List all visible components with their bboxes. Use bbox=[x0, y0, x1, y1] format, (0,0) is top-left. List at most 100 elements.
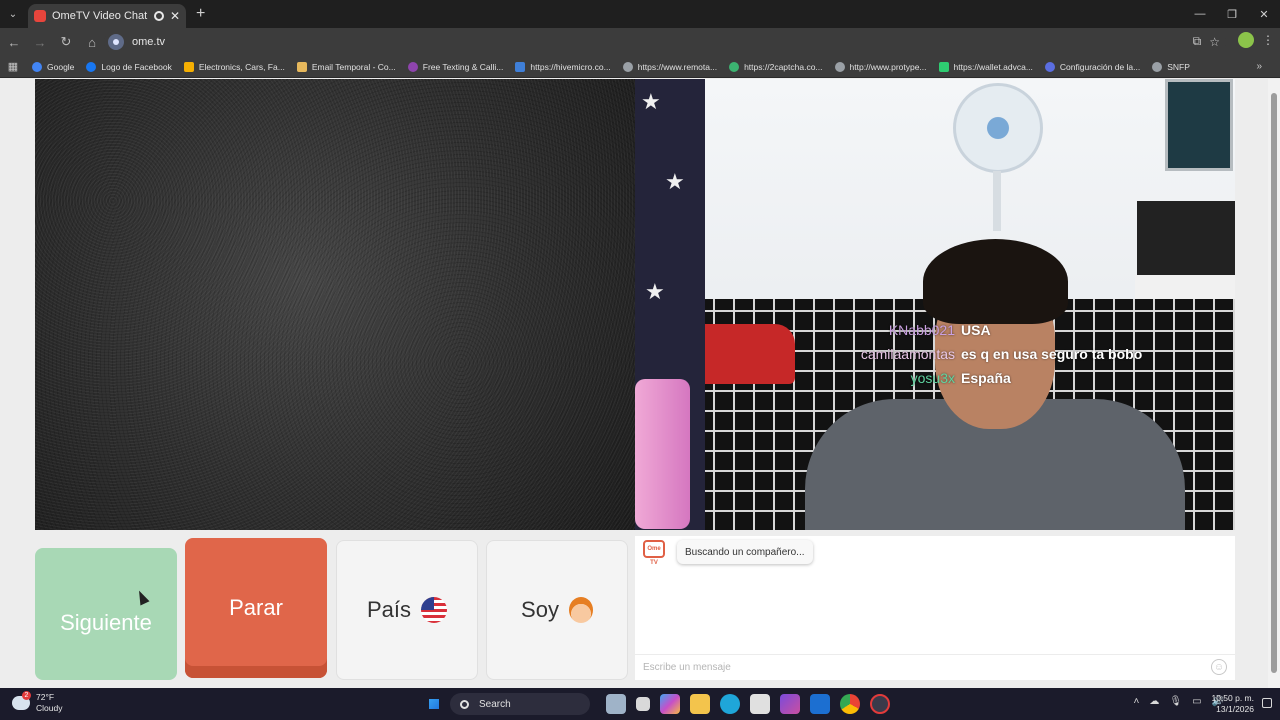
close-window-icon[interactable]: ✕ bbox=[1248, 0, 1280, 28]
hivemicro-icon bbox=[515, 61, 526, 72]
bookmark-item[interactable]: https://hivemicro.co... bbox=[509, 56, 616, 78]
microphone-icon[interactable]: 🎙 bbox=[1169, 696, 1182, 707]
partner-video: ★ ★ ★ ★ bbox=[635, 79, 1235, 530]
bookmark-item[interactable]: https://wallet.advca... bbox=[933, 56, 1039, 78]
emoji-icon[interactable]: ☺ bbox=[1211, 659, 1227, 675]
new-tab-icon[interactable]: + bbox=[196, 5, 205, 23]
tab-title: OmeTV Video Chat — Ome bbox=[52, 10, 148, 22]
bookmark-item[interactable]: Google bbox=[26, 56, 80, 78]
tray-overflow-icon[interactable]: ˄ bbox=[1134, 696, 1140, 707]
back-icon[interactable]: ← bbox=[2, 30, 26, 54]
more-bookmarks-icon[interactable]: » bbox=[1256, 61, 1262, 72]
status-message-bubble: Buscando un compañero... bbox=[677, 540, 813, 564]
next-button[interactable]: Siguiente bbox=[35, 548, 177, 680]
bookmark-item[interactable]: Logo de Facebook bbox=[80, 56, 177, 78]
profile-avatar[interactable] bbox=[1238, 32, 1254, 48]
file-explorer-app-icon[interactable] bbox=[606, 694, 626, 714]
settings-icon bbox=[1044, 61, 1055, 72]
browser-tab-ometv[interactable]: OmeTV Video Chat — Ome ✕ bbox=[28, 4, 186, 28]
windows-taskbar: 72°F Cloudy Search ˄ ☁ 🎙 ▭ 🔊 10:50 p. m.… bbox=[0, 688, 1280, 720]
instagram-app-icon[interactable] bbox=[780, 694, 800, 714]
ebay-icon bbox=[183, 61, 194, 72]
bookmark-item[interactable]: SNFP bbox=[1146, 56, 1196, 78]
forward-icon[interactable]: → bbox=[28, 30, 52, 54]
apps-grid-icon[interactable]: ▦ bbox=[0, 60, 26, 73]
task-view-icon[interactable] bbox=[636, 697, 650, 711]
home-icon[interactable]: ⌂ bbox=[80, 30, 104, 54]
recording-icon bbox=[153, 11, 164, 21]
bookmark-label: http://www.protype... bbox=[849, 61, 927, 72]
chat-panel: Ome TV Buscando un compañero... ☺ bbox=[635, 536, 1235, 680]
weather-widget[interactable]: 72°F Cloudy bbox=[12, 691, 63, 714]
overlay-chat-line: yosu3x España bbox=[635, 370, 1235, 394]
bookmark-item[interactable]: Electronics, Cars, Fa... bbox=[178, 56, 291, 78]
tab-search-icon[interactable]: ⌄ bbox=[0, 0, 26, 28]
stop-button[interactable]: Parar bbox=[185, 538, 327, 678]
gender-select-button[interactable]: Soy bbox=[486, 540, 628, 680]
wallet-icon bbox=[938, 61, 949, 72]
country-filter-button[interactable]: País bbox=[336, 540, 478, 680]
browser-menu-icon[interactable]: ⋮ bbox=[1262, 33, 1274, 47]
bookmark-item[interactable]: Free Texting & Calli... bbox=[402, 56, 510, 78]
reload-icon[interactable]: ↻ bbox=[54, 30, 78, 54]
bookmark-label: https://hivemicro.co... bbox=[530, 61, 611, 72]
restore-icon[interactable]: ❐ bbox=[1216, 0, 1248, 28]
onedrive-icon[interactable]: ☁ bbox=[1149, 696, 1159, 707]
site-info-icon[interactable] bbox=[108, 34, 124, 50]
bookmark-label: https://wallet.advca... bbox=[953, 61, 1033, 72]
chat-username: KNabb021 bbox=[888, 322, 955, 338]
network-icon[interactable]: ▭ bbox=[1192, 696, 1201, 707]
bookmark-label: SNFP bbox=[1167, 61, 1190, 72]
notifications-icon[interactable] bbox=[1262, 698, 1272, 708]
chat-username: yosu3x bbox=[910, 370, 955, 386]
bookmark-label: https://www.remota... bbox=[637, 61, 718, 72]
page-scrollbar[interactable] bbox=[1268, 79, 1280, 688]
weather-text: Cloudy bbox=[36, 703, 63, 713]
taskbar-search[interactable]: Search bbox=[450, 693, 590, 715]
bookmark-item[interactable]: http://www.protype... bbox=[829, 56, 933, 78]
usa-flag-icon bbox=[421, 597, 448, 623]
chrome-app-icon[interactable] bbox=[840, 694, 860, 714]
edge-app-icon[interactable] bbox=[720, 694, 740, 714]
facebook-icon bbox=[86, 61, 97, 72]
recording-app-icon[interactable] bbox=[870, 694, 890, 714]
video-chat-overlay: KNabb021 USA camilaamontas es q en usa s… bbox=[635, 322, 1235, 394]
star-icon: ★ bbox=[641, 89, 661, 114]
bookmark-item[interactable]: Email Temporal - Co... bbox=[291, 56, 402, 78]
copilot-app-icon[interactable] bbox=[660, 694, 680, 714]
video-scene-bottle bbox=[635, 379, 690, 529]
bookmark-label: Logo de Facebook bbox=[101, 61, 172, 72]
address-bar[interactable]: ome.tv ⧉ ☆ bbox=[104, 30, 1226, 54]
bookmark-label: https://2captcha.co... bbox=[744, 61, 823, 72]
outlook-app-icon[interactable] bbox=[810, 694, 830, 714]
windows-start-icon[interactable] bbox=[426, 696, 442, 712]
scrollbar-thumb[interactable] bbox=[1271, 93, 1277, 673]
store-app-icon[interactable] bbox=[750, 694, 770, 714]
taskbar-clock[interactable]: 10:50 p. m. 13/1/2026 bbox=[1211, 693, 1254, 715]
bookmark-item[interactable]: https://2captcha.co... bbox=[723, 56, 828, 78]
chat-message: es q en usa seguro ta bobo bbox=[961, 346, 1143, 362]
bookmark-label: Configuración de la... bbox=[1059, 61, 1141, 72]
bookmarks-bar: ▦ Google Logo de Facebook Electronics, C… bbox=[0, 56, 1280, 78]
bookmark-label: Free Texting & Calli... bbox=[422, 61, 504, 72]
bookmark-star-icon[interactable]: ☆ bbox=[1209, 35, 1220, 49]
textfree-icon bbox=[407, 61, 418, 72]
install-app-icon[interactable]: ⧉ bbox=[1193, 34, 1202, 49]
search-label: Search bbox=[479, 698, 511, 710]
chat-username: camilaamontas bbox=[860, 346, 955, 362]
gender-button-label: Soy bbox=[521, 597, 559, 622]
close-tab-icon[interactable]: ✕ bbox=[170, 9, 180, 23]
google-icon bbox=[32, 61, 42, 72]
bookmark-item[interactable]: Configuración de la... bbox=[1039, 56, 1146, 78]
globe-icon bbox=[1152, 61, 1163, 72]
browser-toolbar: ← → ↻ ⌂ ome.tv ⧉ ☆ ⋮ bbox=[0, 28, 1280, 56]
clock-time: 10:50 p. m. bbox=[1211, 693, 1254, 703]
email-icon bbox=[296, 61, 307, 72]
message-input[interactable] bbox=[635, 654, 1235, 680]
minimize-icon[interactable]: — bbox=[1184, 0, 1216, 28]
search-icon bbox=[460, 699, 469, 709]
country-button-label: País bbox=[366, 597, 412, 622]
folder-app-icon[interactable] bbox=[690, 694, 710, 714]
bookmark-item[interactable]: https://www.remota... bbox=[617, 56, 723, 78]
browser-tab-bar: ⌄ OmeTV Video Chat — Ome ✕ + — ❐ ✕ bbox=[0, 0, 1280, 28]
